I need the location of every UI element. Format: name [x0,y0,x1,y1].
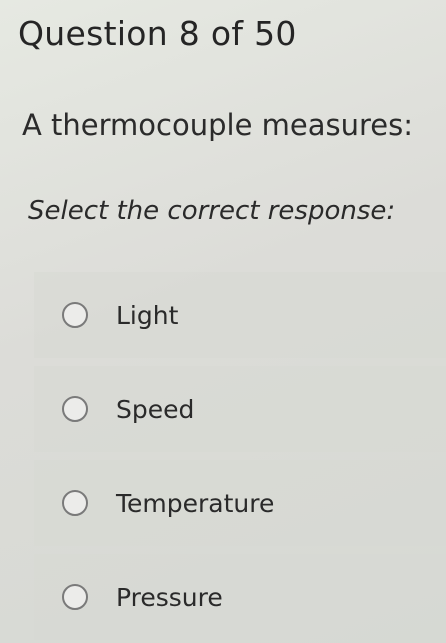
radio-button[interactable] [62,302,88,328]
radio-button[interactable] [62,396,88,422]
option-label: Light [116,300,179,330]
answer-options: Light Speed Temperature Pressure [34,272,446,643]
radio-button[interactable] [62,584,88,610]
quiz-page: Question 8 of 50 A thermocouple measures… [0,0,446,643]
option-speed[interactable]: Speed [34,366,446,452]
question-counter: Question 8 of 50 [18,14,297,53]
radio-button[interactable] [62,490,88,516]
option-label: Temperature [116,488,275,518]
question-text: A thermocouple measures: [22,108,414,142]
option-label: Speed [116,394,195,424]
option-light[interactable]: Light [34,272,446,358]
option-temperature[interactable]: Temperature [34,460,446,546]
option-label: Pressure [116,582,223,612]
response-prompt: Select the correct response: [28,196,396,226]
option-pressure[interactable]: Pressure [34,554,446,640]
